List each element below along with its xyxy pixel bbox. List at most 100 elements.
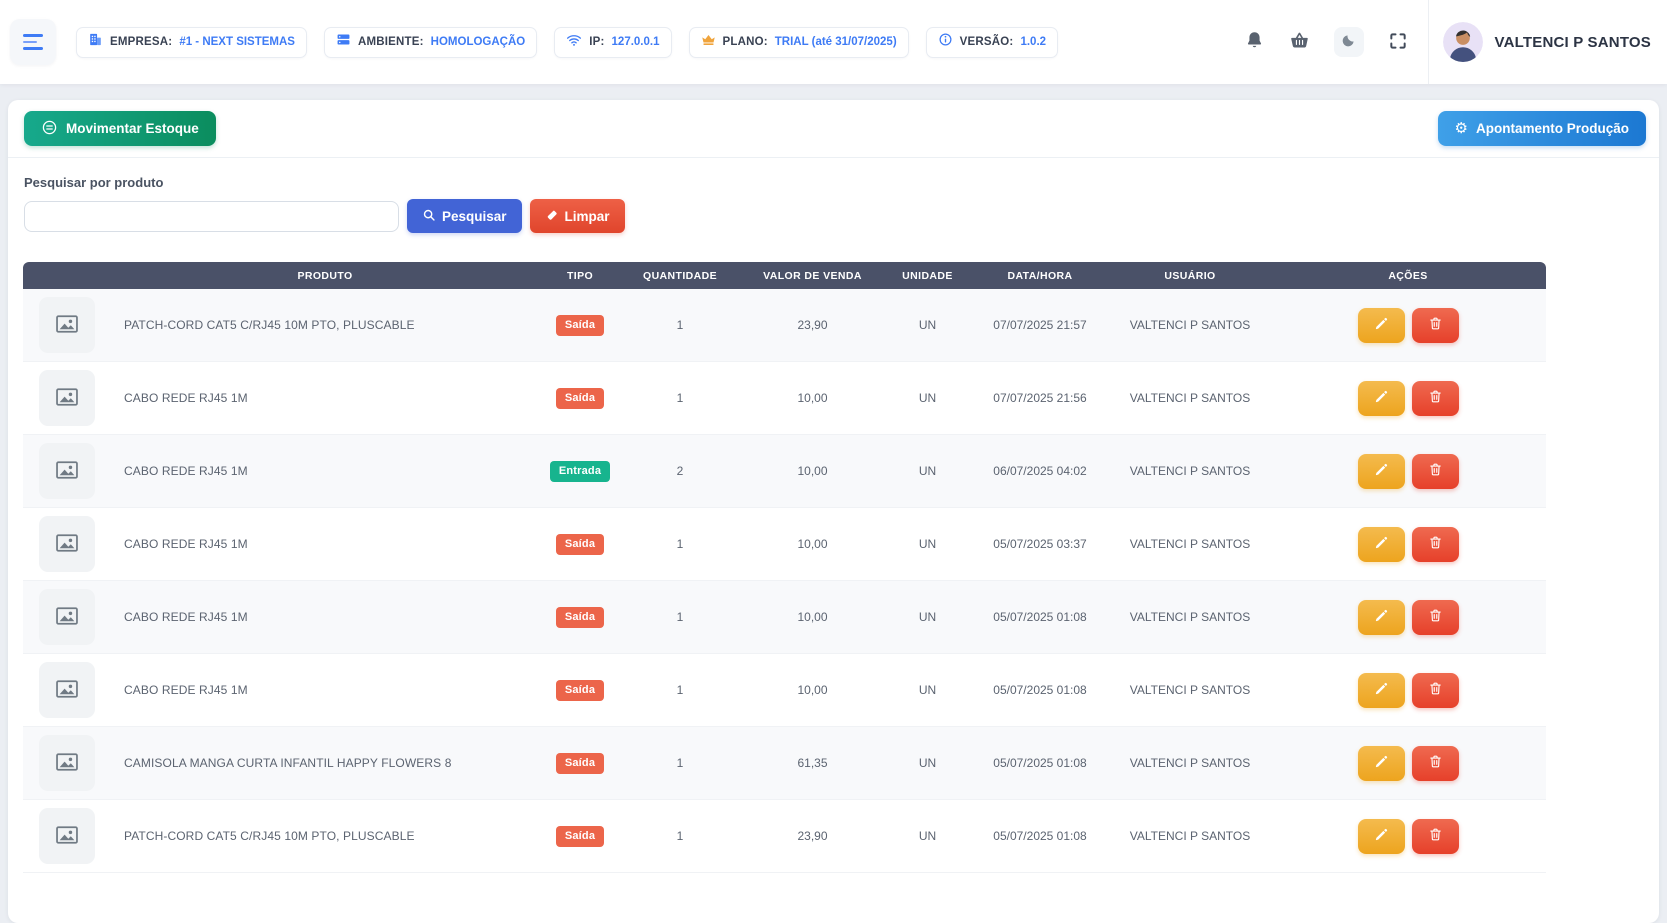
unit-value: UN [885,610,970,624]
quantity-value: 1 [620,683,740,697]
tipo-badge: Saída [556,315,604,336]
header-tipo: TIPO [540,270,620,282]
crown-icon [701,32,716,52]
datetime-value: 06/07/2025 04:02 [970,464,1110,478]
product-name: CABO REDE RJ45 1M [110,683,540,697]
delete-button[interactable] [1412,527,1459,562]
edit-button[interactable] [1358,746,1405,781]
notifications-button[interactable] [1244,30,1265,54]
user-name: VALTENCI P SANTOS [1495,34,1651,51]
search-section: Pesquisar por produto Pesquisar [8,158,1659,233]
quantity-value: 1 [620,829,740,843]
delete-button[interactable] [1412,746,1459,781]
production-report-button[interactable]: ⚙ Apontamento Produção [1438,111,1646,146]
pencil-icon [1374,681,1389,699]
unit-value: UN [885,537,970,551]
row-user-name: VALTENCI P SANTOS [1110,610,1270,624]
image-icon [54,603,80,632]
wifi-icon [566,32,582,53]
tipo-badge: Entrada [550,461,610,482]
empresa-badge: EMPRESA: #1 - NEXT SISTEMAS [76,27,307,58]
table-row: CAMISOLA MANGA CURTA INFANTIL HAPPY FLOW… [23,727,1546,800]
product-image-placeholder [39,297,95,353]
user-menu[interactable]: VALTENCI P SANTOS [1429,22,1655,62]
ambiente-label: AMBIENTE: [358,36,424,48]
edit-button[interactable] [1358,673,1405,708]
move-stock-button[interactable]: Movimentar Estoque [24,111,216,146]
row-user-name: VALTENCI P SANTOS [1110,756,1270,770]
product-image-placeholder [39,735,95,791]
table-header: PRODUTO TIPO QUANTIDADE VALOR DE VENDA U… [23,262,1546,289]
info-icon [938,32,953,52]
fullscreen-button[interactable] [1388,31,1408,54]
trash-icon [1428,389,1443,407]
sale-value: 10,00 [740,683,885,697]
unit-value: UN [885,318,970,332]
table-row: CABO REDE RJ45 1M Saída 1 10,00 UN 05/07… [23,654,1546,727]
delete-button[interactable] [1412,819,1459,854]
server-icon [336,32,351,52]
movements-table: PRODUTO TIPO QUANTIDADE VALOR DE VENDA U… [23,262,1546,873]
search-button-label: Pesquisar [442,209,507,224]
datetime-value: 05/07/2025 01:08 [970,756,1110,770]
trash-icon [1428,316,1443,334]
edit-button[interactable] [1358,454,1405,489]
product-search-input[interactable] [24,201,399,232]
delete-button[interactable] [1412,381,1459,416]
sale-value: 10,00 [740,391,885,405]
fullscreen-icon [1388,31,1408,54]
cart-button[interactable] [1289,30,1310,54]
table-row: PATCH-CORD CAT5 C/RJ45 10M PTO, PLUSCABL… [23,289,1546,362]
menu-toggle-button[interactable] [10,19,56,65]
unit-value: UN [885,683,970,697]
card-toolbar: Movimentar Estoque ⚙ Apontamento Produçã… [8,100,1659,158]
edit-button[interactable] [1358,308,1405,343]
product-image-placeholder [39,662,95,718]
sale-value: 10,00 [740,537,885,551]
edit-button[interactable] [1358,600,1405,635]
clear-button[interactable]: Limpar [530,199,625,233]
header-usuario: USUÁRIO [1110,270,1270,282]
delete-button[interactable] [1412,673,1459,708]
header-unidade: UNIDADE [885,270,970,282]
pencil-icon [1374,389,1389,407]
trash-icon [1428,535,1443,553]
search-button[interactable]: Pesquisar [407,199,522,233]
move-stock-label: Movimentar Estoque [66,121,199,136]
delete-button[interactable] [1412,454,1459,489]
bell-icon [1244,30,1265,54]
ambiente-value: HOMOLOGAÇÃO [431,36,526,48]
row-user-name: VALTENCI P SANTOS [1110,537,1270,551]
image-icon [54,676,80,705]
product-name: PATCH-CORD CAT5 C/RJ45 10M PTO, PLUSCABL… [110,829,540,843]
dark-mode-toggle[interactable] [1334,27,1364,57]
row-user-name: VALTENCI P SANTOS [1110,464,1270,478]
edit-button[interactable] [1358,381,1405,416]
plano-badge: PLANO: TRIAL (até 31/07/2025) [689,27,909,58]
product-name: CABO REDE RJ45 1M [110,537,540,551]
product-name: PATCH-CORD CAT5 C/RJ45 10M PTO, PLUSCABL… [110,318,540,332]
unit-value: UN [885,464,970,478]
product-image-placeholder [39,516,95,572]
product-name: CABO REDE RJ45 1M [110,610,540,624]
product-image-placeholder [39,370,95,426]
tipo-badge: Saída [556,607,604,628]
header-quantidade: QUANTIDADE [620,270,740,282]
tipo-badge: Saída [556,680,604,701]
pencil-icon [1374,316,1389,334]
row-user-name: VALTENCI P SANTOS [1110,683,1270,697]
datetime-value: 07/07/2025 21:57 [970,318,1110,332]
quantity-value: 1 [620,318,740,332]
clear-button-label: Limpar [565,209,610,224]
delete-button[interactable] [1412,308,1459,343]
delete-button[interactable] [1412,600,1459,635]
image-icon [54,749,80,778]
edit-button[interactable] [1358,527,1405,562]
row-user-name: VALTENCI P SANTOS [1110,829,1270,843]
product-name: CABO REDE RJ45 1M [110,464,540,478]
edit-button[interactable] [1358,819,1405,854]
trash-icon [1428,681,1443,699]
header-valor: VALOR DE VENDA [740,270,885,282]
pencil-icon [1374,462,1389,480]
search-label: Pesquisar por produto [24,175,1643,190]
